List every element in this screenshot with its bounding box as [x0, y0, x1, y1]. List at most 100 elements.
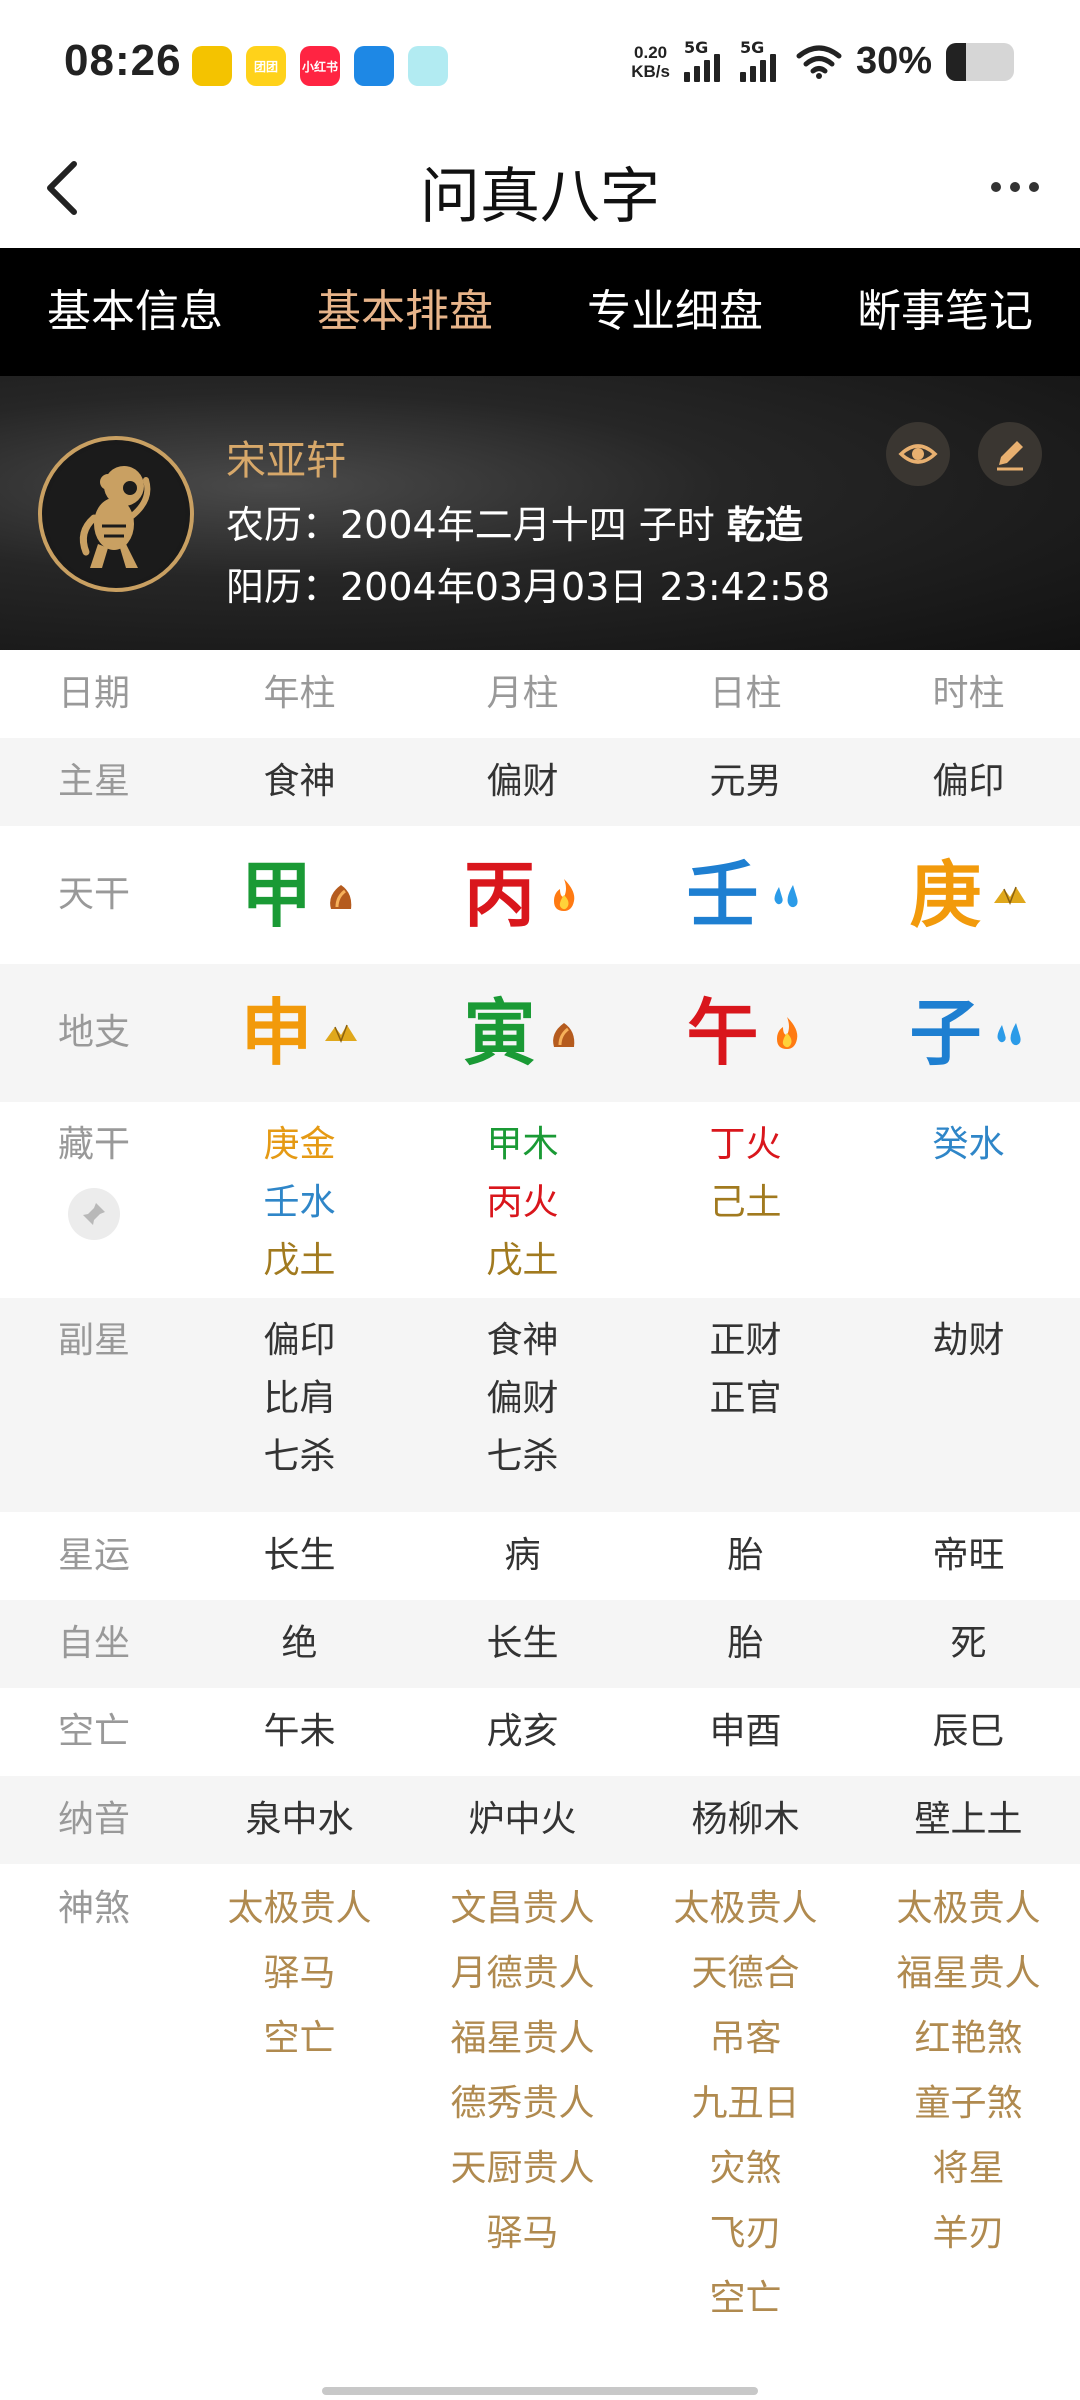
row-dizhi: 地支 申 寅 午 子 — [0, 964, 1080, 1102]
page-title: 问真八字 — [420, 162, 660, 232]
row-xingyun: 星运 长生 病 胎 帝旺 — [0, 1512, 1080, 1600]
tiangan-pillar: 庚 — [909, 826, 1027, 964]
tab-bar: 基本信息 基本排盘 专业细盘 断事笔记 — [0, 248, 1080, 376]
fuxing-cell: 偏印 比肩 七杀 — [188, 1312, 411, 1512]
status-time: 08:26 — [64, 36, 182, 85]
shensha-item[interactable]: 福星贵人 — [857, 1941, 1080, 2006]
network-speed-unit: KB/s — [631, 61, 670, 81]
tiangan-char: 壬 — [686, 853, 759, 937]
shensha-item[interactable]: 太极贵人 — [634, 1876, 857, 1941]
dizhi-cell[interactable]: 午 — [634, 964, 857, 1102]
row-label-xingyun: 星运 — [57, 1535, 130, 1576]
canggan-item: 丁火 — [709, 1124, 782, 1165]
water-element-icon — [774, 885, 798, 908]
col-header-month: 月柱 — [486, 673, 559, 714]
xiaohongshu-icon: 小红书 — [300, 46, 340, 86]
water-element-icon — [997, 1023, 1021, 1046]
row-label-nayin: 纳音 — [57, 1799, 130, 1840]
shensha-item[interactable]: 月德贵人 — [411, 1941, 634, 2006]
tiangan-pillar: 丙 — [463, 826, 581, 964]
shensha-item[interactable]: 九丑日 — [634, 2071, 857, 2136]
shensha-item[interactable]: 羊刃 — [857, 2201, 1080, 2266]
shensha-item[interactable]: 空亡 — [188, 2006, 411, 2071]
canggan-cell: 丁火 己土 — [634, 1116, 857, 1298]
profile-name: 宋亚轩 — [226, 438, 346, 484]
shensha-item[interactable]: 福星贵人 — [411, 2006, 634, 2071]
wood-element-icon — [552, 1023, 574, 1047]
row-kongwang: 空亡 午未 戌亥 申酉 辰巳 — [0, 1688, 1080, 1776]
xingyun-year: 长生 — [263, 1535, 336, 1576]
row-shensha: 神煞 太极贵人 驿马 空亡 文昌贵人 月德贵人 福星贵人 德秀贵人 天厨贵人 驿马 太极贵人 天德合… — [0, 1864, 1080, 2376]
main-star-day: 元男 — [709, 761, 782, 802]
sim2-label: 5G — [739, 37, 765, 57]
more-button[interactable] — [980, 152, 1050, 222]
row-fuxing: 副星 偏印 比肩 七杀 食神 偏财 七杀 正财 正官 劫财 — [0, 1298, 1080, 1512]
tiangan-pillar: 甲 — [240, 826, 358, 964]
dizhi-cell[interactable]: 申 — [188, 964, 411, 1102]
shensha-item[interactable]: 文昌贵人 — [411, 1876, 634, 1941]
row-tiangan: 天干 甲 丙 壬 庚 — [0, 826, 1080, 964]
kongwang-hour: 辰巳 — [932, 1711, 1005, 1752]
nayin-hour: 壁上土 — [914, 1799, 1023, 1840]
shensha-item[interactable]: 童子煞 — [857, 2071, 1080, 2136]
col-header-year: 年柱 — [263, 673, 336, 714]
solar-date: 阳历：2004年03月03日 23:42:58 — [226, 565, 831, 609]
nayin-day: 杨柳木 — [691, 1799, 800, 1840]
canggan-item: 戊土 — [263, 1240, 336, 1281]
dizhi-cell[interactable]: 子 — [857, 964, 1080, 1102]
shensha-item[interactable]: 将星 — [857, 2136, 1080, 2201]
main-star-month: 偏财 — [486, 761, 559, 802]
battery-percent: 30% — [855, 40, 932, 82]
status-bar: 08:26 团团 小红书 0.20 KB/s 5G 5G 30% — [0, 0, 1080, 130]
tab-basic-chart[interactable]: 基本排盘 — [270, 248, 540, 376]
canggan-item: 甲木 — [486, 1124, 559, 1165]
shensha-item[interactable]: 太极贵人 — [188, 1876, 411, 1941]
tiangan-cell[interactable]: 丙 — [411, 826, 634, 964]
shensha-item[interactable]: 灾煞 — [634, 2136, 857, 2201]
tiangan-cell[interactable]: 甲 — [188, 826, 411, 964]
home-indicator[interactable] — [322, 2387, 758, 2395]
zizuo-hour: 死 — [950, 1623, 987, 1664]
shensha-item[interactable]: 飞刃 — [634, 2201, 857, 2266]
app-yellow-icon: 团团 — [246, 46, 286, 86]
dizhi-char: 寅 — [463, 991, 536, 1075]
nayin-month: 炉中火 — [468, 1799, 577, 1840]
shensha-item[interactable]: 天厨贵人 — [411, 2136, 634, 2201]
row-label-date: 日期 — [57, 673, 130, 714]
shensha-item[interactable]: 空亡 — [634, 2266, 857, 2331]
shensha-item[interactable]: 红艳煞 — [857, 2006, 1080, 2071]
shensha-cell: 太极贵人 驿马 空亡 — [188, 1876, 411, 2376]
pin-button[interactable] — [68, 1188, 120, 1240]
row-label-shensha: 神煞 — [57, 1888, 130, 1929]
fuxing-item: 劫财 — [932, 1320, 1005, 1361]
tiangan-char: 庚 — [909, 853, 982, 937]
dizhi-pillar: 午 — [686, 964, 804, 1102]
shensha-cell: 文昌贵人 月德贵人 福星贵人 德秀贵人 天厨贵人 驿马 — [411, 1876, 634, 2376]
tiangan-char: 甲 — [240, 853, 313, 937]
tab-professional-chart[interactable]: 专业细盘 — [540, 248, 810, 376]
edit-button[interactable] — [978, 422, 1042, 486]
col-header-hour: 时柱 — [932, 673, 1005, 714]
tiangan-cell[interactable]: 庚 — [857, 826, 1080, 964]
notification-icons: 团团 小红书 — [192, 46, 448, 86]
shensha-item[interactable]: 吊客 — [634, 2006, 857, 2071]
view-button[interactable] — [886, 422, 950, 486]
more-dot — [1010, 182, 1020, 192]
row-label-tiangan: 天干 — [57, 874, 130, 915]
row-label-dizhi: 地支 — [57, 1012, 130, 1053]
monkey-icon — [46, 444, 186, 584]
row-nayin: 纳音 泉中水 炉中火 杨柳木 壁上土 — [0, 1776, 1080, 1864]
shensha-item[interactable]: 驿马 — [411, 2201, 634, 2266]
battery-icon — [946, 42, 1014, 81]
row-label-main-star: 主星 — [57, 761, 130, 802]
dizhi-cell[interactable]: 寅 — [411, 964, 634, 1102]
tab-basic-info[interactable]: 基本信息 — [0, 248, 270, 376]
shensha-item[interactable]: 德秀贵人 — [411, 2071, 634, 2136]
shensha-item[interactable]: 驿马 — [188, 1941, 411, 2006]
wood-element-icon — [329, 885, 351, 909]
tab-notes[interactable]: 断事笔记 — [810, 248, 1080, 376]
shensha-item[interactable]: 太极贵人 — [857, 1876, 1080, 1941]
shensha-item[interactable]: 天德合 — [634, 1941, 857, 2006]
lunar-date: 农历：2004年二月十四 子时 乾造 — [226, 494, 803, 549]
tiangan-cell[interactable]: 壬 — [634, 826, 857, 964]
